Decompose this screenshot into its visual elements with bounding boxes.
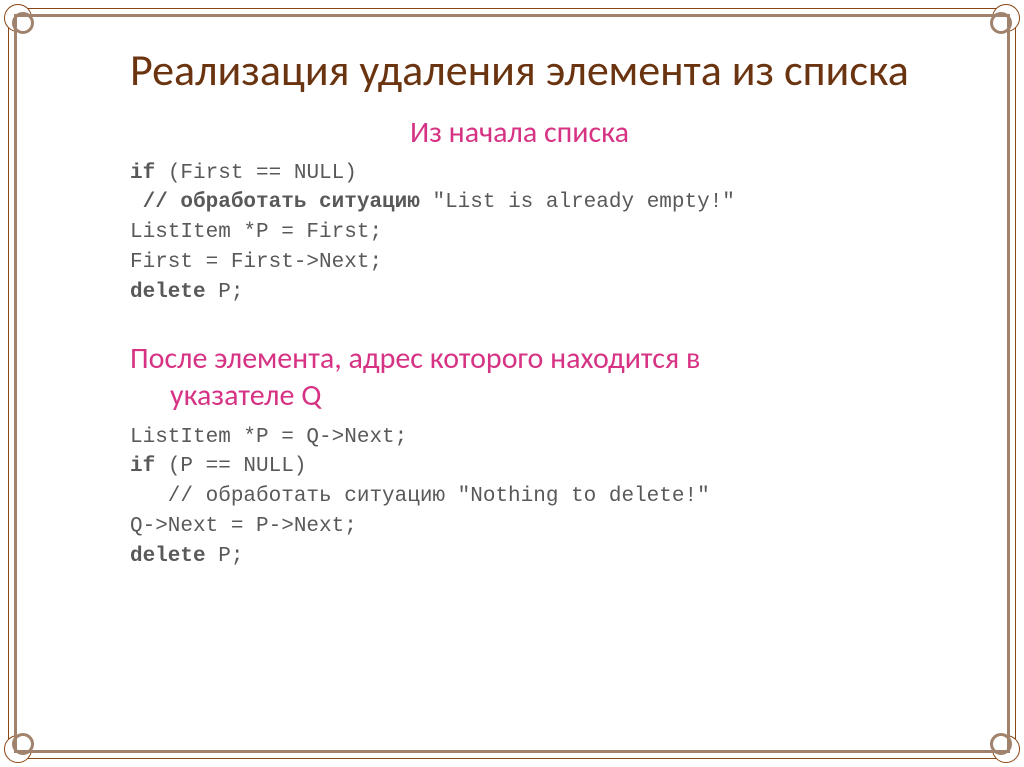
slide-content: Реализация удаления элемента из списка И… bbox=[20, 20, 1004, 747]
slide-title: Реализация удаления элемента из списка bbox=[130, 45, 909, 96]
section2-heading-line1: После элемента, адрес которого находится… bbox=[130, 340, 700, 377]
code-block-2: ListItem *P = Q->Next; if (P == NULL) //… bbox=[130, 423, 909, 572]
section2-heading: После элемента, адрес которого находится… bbox=[130, 340, 909, 415]
code-block-1: if (First == NULL) // обработать ситуаци… bbox=[130, 159, 909, 308]
section1-heading: Из начала списка bbox=[130, 114, 909, 151]
section2-heading-line2: указателе Q bbox=[130, 377, 909, 415]
